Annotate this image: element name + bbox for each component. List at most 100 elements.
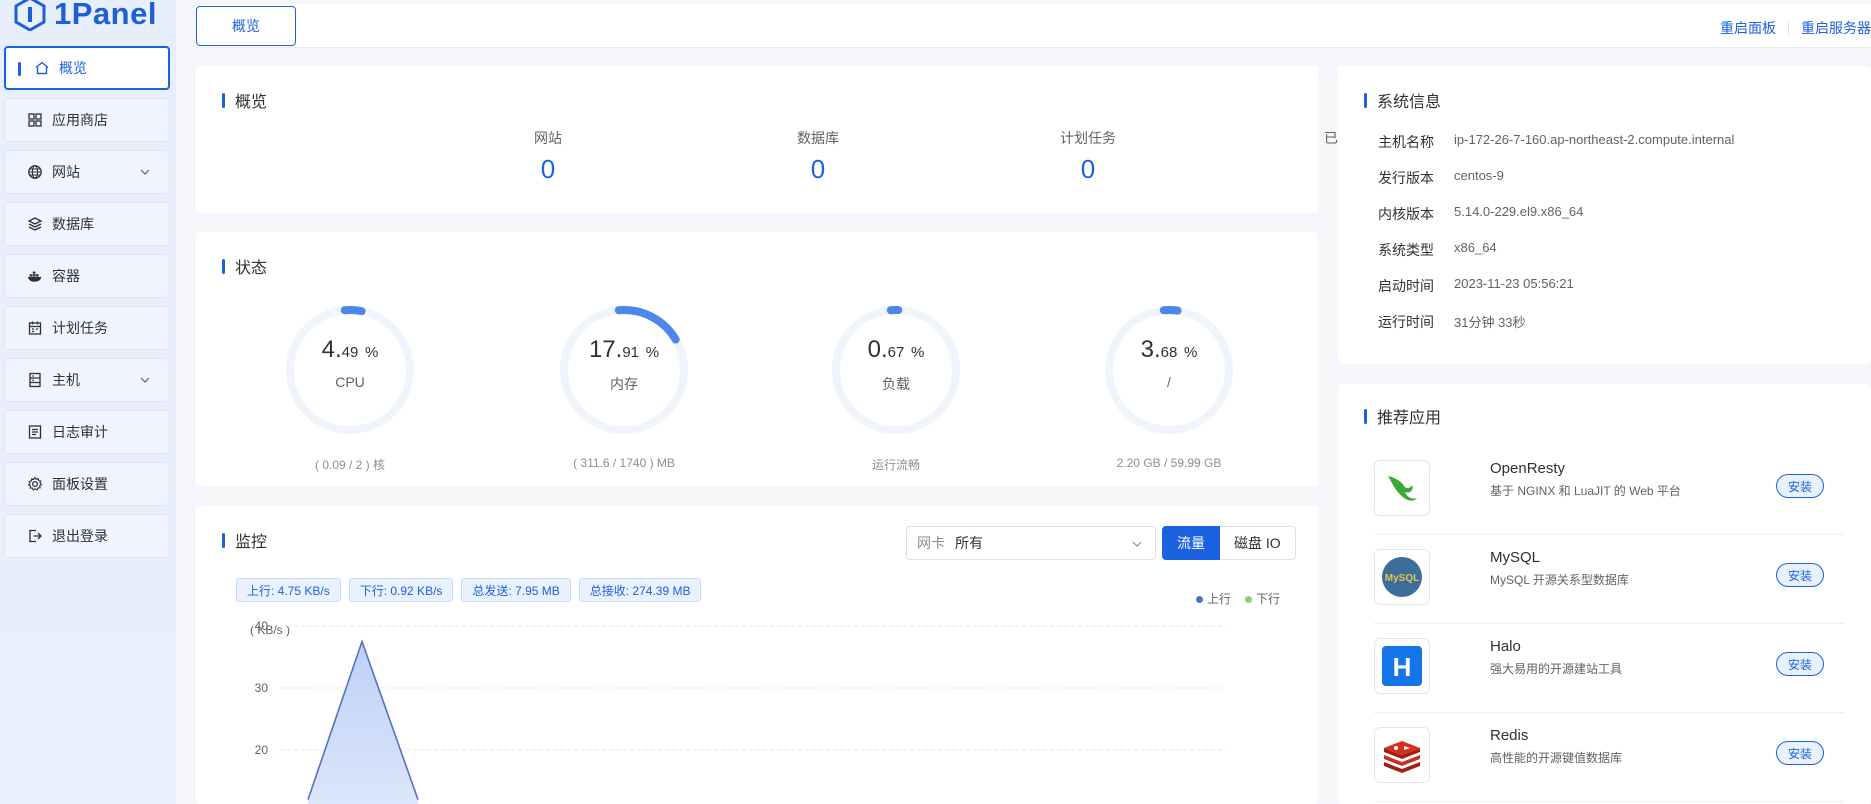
cpu-gauge[interactable]: 4.49 % CPU( 0.09 / 2 ) 核 — [280, 300, 420, 473]
sidebar-item-container[interactable]: 容器 — [4, 254, 170, 298]
apps-card: 推荐应用 OpenResty 基于 NGINX 和 LuaJIT 的 Web 平… — [1338, 384, 1871, 804]
select-value: 所有 — [955, 535, 983, 551]
gauge-label: 内存 — [610, 376, 638, 392]
sidebar-item-logout[interactable]: 退出登录 — [4, 514, 170, 558]
gauge-label: / — [1167, 374, 1171, 390]
info-row-kernel: 内核版本 5.14.0-229.el9.x86_64 — [1378, 204, 1583, 224]
sidebar-item-label: 容器 — [52, 268, 80, 284]
sidebar-item-label: 应用商店 — [52, 112, 108, 128]
legend-down[interactable]: 下行 — [1245, 590, 1280, 607]
brand-name: 1Panel — [54, 0, 157, 31]
logout-icon — [27, 528, 43, 544]
app-item-openresty[interactable]: OpenResty 基于 NGINX 和 LuaJIT 的 Web 平台 安装 — [1374, 446, 1844, 535]
gauge-dec: 49 — [341, 344, 359, 361]
stat-database[interactable]: 数据库 0 — [758, 128, 878, 185]
tab-overview[interactable]: 概览 — [196, 6, 296, 46]
info-key: 启动时间 — [1378, 278, 1434, 294]
monitor-tags: 上行: 4.75 KB/s 下行: 0.92 KB/s 总发送: 7.95 MB… — [236, 578, 702, 602]
app-item-redis[interactable]: Redis 高性能的开源键值数据库 安装 — [1374, 713, 1844, 802]
globe-icon — [27, 164, 43, 180]
card-title: 推荐应用 — [1364, 404, 1441, 428]
install-button[interactable]: 安装 — [1776, 741, 1824, 765]
traffic-button[interactable]: 流量 — [1162, 526, 1220, 560]
sidebar-item-overview[interactable]: 概览 — [4, 46, 170, 90]
gauge-value: 17.91 % — [554, 336, 694, 364]
calendar-icon — [27, 320, 43, 336]
sidebar-item-app-store[interactable]: 应用商店 — [4, 98, 170, 142]
sidebar-item-log-audit[interactable]: 日志审计 — [4, 410, 170, 454]
app-desc: MySQL 开源关系型数据库 — [1490, 573, 1629, 587]
stat-label: 网站 — [534, 130, 562, 146]
info-value: centos-9 — [1454, 168, 1504, 183]
restart-panel-link[interactable]: 重启面板 — [1720, 18, 1776, 38]
stat-label: 数据库 — [797, 130, 839, 146]
redis-icon — [1374, 727, 1430, 783]
gauge-subtext: ( 311.6 / 1740 ) MB — [573, 456, 675, 470]
tag-total-received: 总接收: 274.39 MB — [578, 578, 702, 602]
1panel-logo-icon — [14, 0, 46, 31]
app-desc: 高性能的开源键值数据库 — [1490, 751, 1623, 765]
sysinfo-card: 系统信息 主机名称 ip-172-26-7-160.ap-northeast-2.… — [1338, 66, 1871, 364]
y-tick-label: 40 — [255, 619, 269, 633]
gauge-center: 0.67 % 负载 — [826, 336, 966, 394]
disk-io-button[interactable]: 磁盘 IO — [1220, 526, 1296, 560]
stat-website[interactable]: 网站 0 — [488, 128, 608, 185]
info-key: 内核版本 — [1378, 206, 1434, 222]
monitor-toggle: 流量 磁盘 IO — [1162, 526, 1296, 560]
gauge-label: CPU — [335, 374, 365, 390]
mysql-logo-text: MySQL — [1385, 573, 1419, 584]
info-value: 31分钟 33秒 — [1454, 315, 1526, 330]
sidebar-item-label: 网站 — [52, 164, 80, 180]
load-gauge[interactable]: 0.67 % 负载 运行流畅 — [826, 300, 966, 473]
sidebar-item-label: 概览 — [59, 60, 87, 76]
gauge-unit: % — [1184, 344, 1198, 361]
legend-up[interactable]: 上行 — [1196, 590, 1231, 607]
log-icon — [27, 424, 43, 440]
tag-total-sent: 总发送: 7.95 MB — [461, 578, 571, 602]
app-name: OpenResty — [1490, 460, 1566, 477]
info-row-release: 发行版本 centos-9 — [1378, 168, 1504, 188]
app-name: Redis — [1490, 727, 1529, 744]
nic-select[interactable]: 网卡 所有 — [906, 526, 1156, 560]
disk-gauge[interactable]: 3.68 % / 2.20 GB / 59.99 GB — [1099, 300, 1239, 470]
divider — [1788, 21, 1789, 35]
sidebar-item-website[interactable]: 网站 — [4, 150, 170, 194]
app-item-mysql[interactable]: MySQL MySQL MySQL 开源关系型数据库 安装 — [1374, 535, 1844, 624]
gauge-int: 4. — [321, 336, 342, 363]
install-button[interactable]: 安装 — [1776, 563, 1824, 587]
stat-cron[interactable]: 计划任务 0 — [1028, 128, 1148, 185]
gauge-unit: % — [911, 344, 925, 361]
memory-gauge[interactable]: 17.91 % 内存 ( 311.6 / 1740 ) MB — [554, 300, 694, 470]
gauge-value: 0.67 % — [826, 336, 966, 364]
logo[interactable]: 1Panel — [14, 0, 157, 34]
install-button[interactable]: 安装 — [1776, 652, 1824, 676]
upload-area — [308, 641, 418, 804]
monitor-card: 监控 网卡 所有 流量 磁盘 IO 上行: 4.75 KB/s 下行: 0.92… — [196, 506, 1318, 804]
legend-label: 下行 — [1256, 592, 1281, 606]
gauge-value: 4.49 % — [280, 336, 420, 364]
sidebar-item-database[interactable]: 数据库 — [4, 202, 170, 246]
stat-value: 0 — [1080, 154, 1096, 184]
status-card: 状态 4.49 % CPU( 0.09 / 2 ) 核 17.91 % 内存( 311… — [196, 232, 1318, 486]
card-title: 概览 — [222, 88, 267, 112]
gear-icon — [27, 476, 43, 492]
sidebar-item-label: 面板设置 — [52, 476, 108, 492]
card-title: 系统信息 — [1364, 88, 1441, 112]
docker-icon — [27, 268, 43, 284]
sidebar-item-label: 数据库 — [52, 216, 94, 232]
gauge-center: 3.68 % / — [1099, 336, 1239, 390]
tag-upload: 上行: 4.75 KB/s — [236, 578, 341, 602]
install-button[interactable]: 安装 — [1776, 474, 1824, 498]
info-value: 5.14.0-229.el9.x86_64 — [1454, 204, 1584, 219]
info-key: 发行版本 — [1378, 170, 1434, 186]
sidebar-item-host[interactable]: 主机 — [4, 358, 170, 402]
server-icon — [27, 372, 43, 388]
sidebar-item-cron[interactable]: 计划任务 — [4, 306, 170, 350]
app-item-halo[interactable]: H Halo 强大易用的开源建站工具 安装 — [1374, 624, 1844, 713]
restart-server-link[interactable]: 重启服务器 — [1801, 18, 1871, 38]
gauge-int: 3. — [1140, 336, 1161, 363]
sidebar-item-settings[interactable]: 面板设置 — [4, 462, 170, 506]
gauge-label: 负载 — [882, 376, 910, 392]
gauge-dec: 67 — [887, 344, 905, 361]
app-desc: 基于 NGINX 和 LuaJIT 的 Web 平台 — [1490, 484, 1681, 498]
